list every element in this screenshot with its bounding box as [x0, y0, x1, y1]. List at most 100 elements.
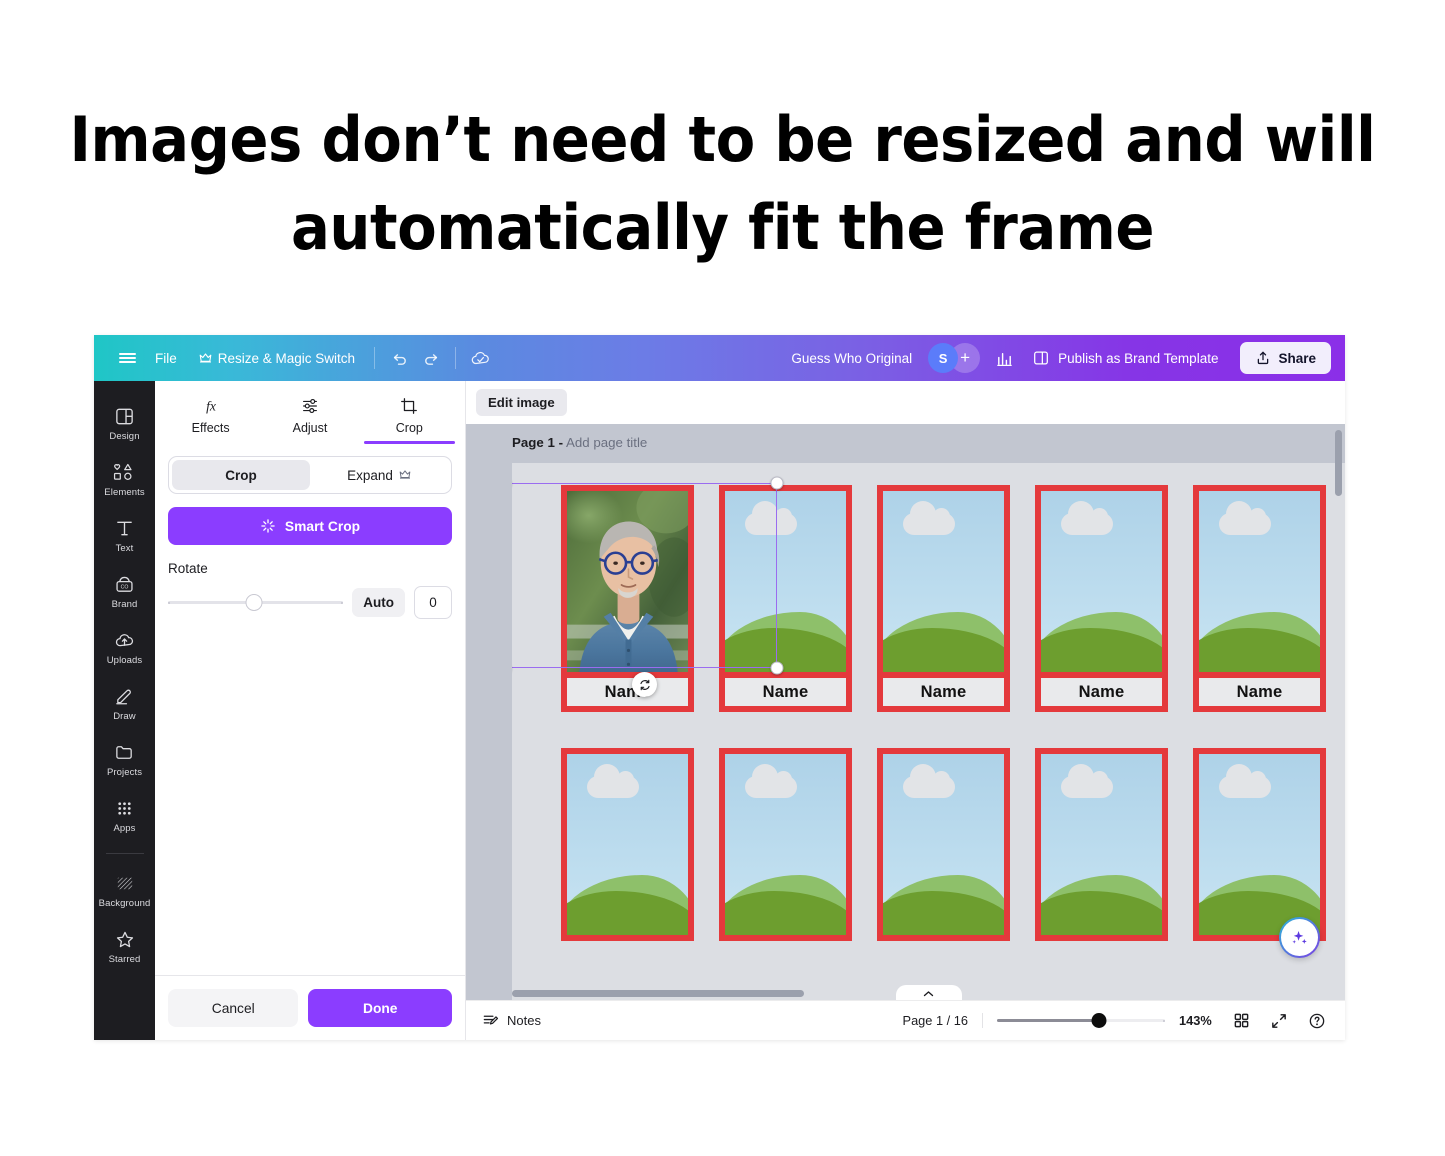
crop-handle-top-right[interactable]	[770, 476, 784, 490]
starred-star-icon	[116, 931, 133, 948]
uploads-cloud-icon	[115, 634, 133, 647]
photo-frame[interactable]	[1193, 485, 1326, 678]
resize-magic-switch-button[interactable]: Resize & Magic Switch	[188, 344, 366, 373]
document-title[interactable]: Guess Who Original	[779, 344, 924, 373]
photo-frame[interactable]	[719, 748, 852, 941]
share-button[interactable]: Share	[1240, 342, 1331, 374]
card-row-2	[561, 748, 1326, 941]
card-row-1: Name Name Name Name Name	[561, 485, 1326, 712]
cloud-icon	[903, 764, 955, 798]
rotate-slider-knob[interactable]	[245, 594, 263, 611]
cloud-saved-icon[interactable]	[464, 342, 496, 374]
sidebar-item-draw[interactable]: Draw	[96, 677, 154, 729]
sidebar-item-projects[interactable]: Projects	[96, 733, 154, 785]
page-indicator[interactable]: Page 1 / 16	[903, 1013, 983, 1028]
cancel-button[interactable]: Cancel	[168, 989, 299, 1027]
photo-frame[interactable]	[1035, 485, 1168, 678]
card-placeholder[interactable]	[561, 748, 694, 941]
card-with-photo[interactable]: Name	[561, 485, 694, 712]
photo-frame[interactable]	[877, 748, 1010, 941]
card-placeholder[interactable]	[1035, 748, 1168, 941]
rotate-handle-icon[interactable]	[632, 672, 657, 697]
card-placeholder[interactable]: Name	[1035, 485, 1168, 712]
tab-crop[interactable]: Crop	[360, 389, 459, 444]
card-name-label[interactable]: Name	[719, 678, 852, 712]
card-placeholder[interactable]: Name	[719, 485, 852, 712]
photo-frame[interactable]	[561, 485, 694, 678]
rotate-slider[interactable]	[168, 592, 344, 614]
card-placeholder[interactable]	[877, 748, 1010, 941]
horizontal-scrollbar[interactable]	[512, 990, 804, 997]
toolbar-divider-1	[374, 347, 376, 369]
segment-crop[interactable]: Crop	[172, 460, 310, 490]
undo-icon[interactable]	[383, 342, 415, 374]
edit-image-button[interactable]: Edit image	[476, 389, 567, 416]
photo-frame[interactable]	[1193, 748, 1326, 941]
sidebar-item-apps[interactable]: Apps	[96, 789, 154, 841]
page-number-label: Page 1 -	[512, 435, 563, 450]
photo-frame[interactable]	[877, 485, 1010, 678]
crown-icon	[199, 352, 212, 363]
cloud-icon	[745, 764, 797, 798]
sidebar-item-brand[interactable]: CO Brand	[96, 565, 154, 617]
sidebar-item-text[interactable]: Text	[96, 509, 154, 561]
avatar[interactable]: S	[928, 343, 959, 373]
help-question-icon[interactable]	[1305, 1009, 1329, 1033]
cloud-icon	[1219, 764, 1271, 798]
card-placeholder[interactable]	[1193, 748, 1326, 941]
photo-frame[interactable]	[719, 485, 852, 678]
crop-frame-icon	[401, 398, 418, 414]
notes-button[interactable]: Notes	[482, 1012, 541, 1029]
left-rail: Design Elements Text CO Brand Uploads Dr…	[94, 381, 155, 1040]
vertical-scrollbar[interactable]	[1335, 430, 1342, 496]
page-title-placeholder[interactable]: Add page title	[566, 435, 647, 450]
insights-bar-chart-icon[interactable]	[988, 342, 1020, 374]
sidebar-item-elements[interactable]: Elements	[96, 453, 154, 505]
tab-adjust[interactable]: Adjust	[260, 389, 359, 444]
zoom-slider[interactable]	[997, 1011, 1165, 1031]
portrait-photo	[567, 491, 688, 672]
done-button[interactable]: Done	[308, 989, 452, 1027]
toolbar-divider-2	[455, 347, 457, 369]
draw-pen-icon	[116, 689, 131, 705]
notes-label: Notes	[507, 1013, 541, 1028]
card-placeholder[interactable]: Name	[877, 485, 1010, 712]
hamburger-icon[interactable]	[110, 341, 144, 375]
grid-view-icon[interactable]	[1229, 1009, 1253, 1033]
sidebar-item-background[interactable]: Background	[96, 864, 154, 916]
page-header: Page 1 - Add page title	[466, 424, 1345, 457]
design-canvas[interactable]: Page 1 - Add page title Name Name Name N…	[466, 424, 1345, 1000]
cloud-icon	[745, 501, 797, 535]
sidebar-item-starred[interactable]: Starred	[96, 920, 154, 972]
design-page[interactable]: Name Name Name Name Name	[512, 463, 1345, 1000]
photo-frame[interactable]	[1035, 748, 1168, 941]
collapse-panel-tab[interactable]	[895, 985, 962, 1000]
card-placeholder[interactable]: Name	[1193, 485, 1326, 712]
card-name-label[interactable]: Name	[877, 678, 1010, 712]
canva-editor-window: File Resize & Magic Switch Guess Who Ori…	[94, 335, 1345, 1040]
photo-frame[interactable]	[561, 748, 694, 941]
card-name-label[interactable]: Name	[561, 678, 694, 712]
tab-effects[interactable]: fx Effects	[161, 389, 260, 444]
zoom-slider-knob[interactable]	[1091, 1013, 1107, 1028]
publish-as-brand-template-button[interactable]: Publish as Brand Template	[1020, 342, 1230, 374]
magic-ai-sparkle-icon[interactable]	[1279, 917, 1320, 958]
rotate-value-input[interactable]: 0	[414, 586, 452, 619]
sidebar-label-brand: Brand	[111, 599, 138, 610]
rotate-auto-button[interactable]: Auto	[352, 588, 405, 617]
sidebar-item-uploads[interactable]: Uploads	[96, 621, 154, 673]
card-name-label[interactable]: Name	[1035, 678, 1168, 712]
card-placeholder[interactable]	[719, 748, 852, 941]
fullscreen-expand-icon[interactable]	[1267, 1009, 1291, 1033]
redo-icon[interactable]	[415, 342, 447, 374]
crop-handle-bottom-right[interactable]	[770, 661, 784, 675]
file-menu-button[interactable]: File	[144, 344, 188, 373]
smart-crop-button[interactable]: Smart Crop	[168, 507, 452, 545]
segment-expand[interactable]: Expand	[310, 460, 448, 490]
smart-crop-label: Smart Crop	[284, 518, 361, 534]
card-name-label[interactable]: Name	[1193, 678, 1326, 712]
crop-panel-footer: Cancel Done	[155, 975, 465, 1040]
sidebar-label-apps: Apps	[113, 823, 136, 834]
zoom-percent-label[interactable]: 143%	[1179, 1013, 1215, 1028]
sidebar-item-design[interactable]: Design	[96, 397, 154, 449]
